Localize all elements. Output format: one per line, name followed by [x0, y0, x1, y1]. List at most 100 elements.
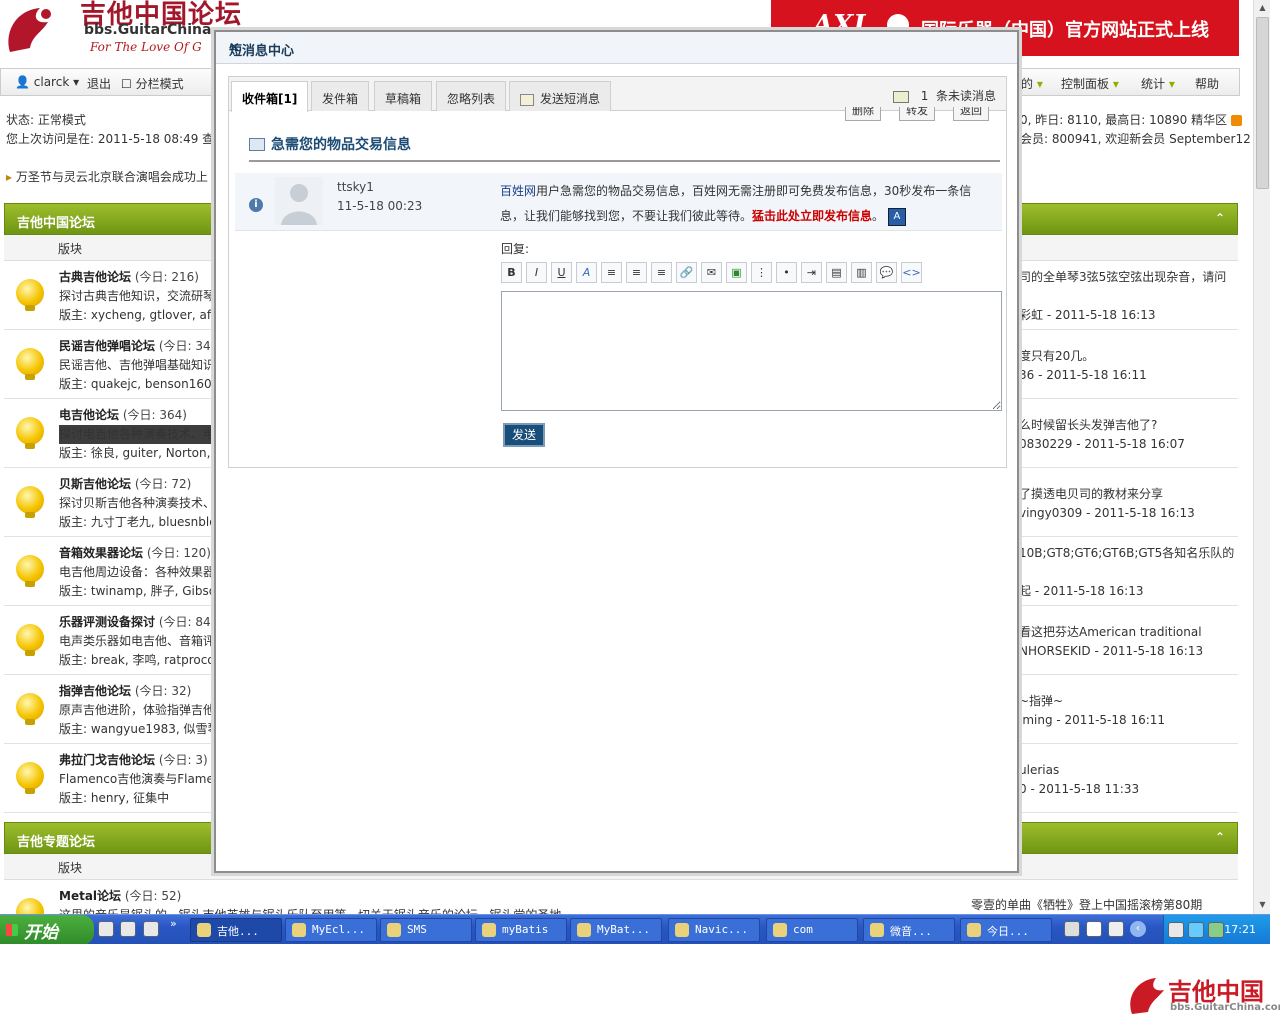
float-left-icon[interactable]: ▤ — [826, 262, 847, 283]
stats-menu[interactable]: 统计 ▾ — [1141, 75, 1175, 92]
forum-name[interactable]: 弗拉门戈吉他论坛 — [59, 753, 155, 767]
email-icon[interactable]: ✉ — [701, 262, 722, 283]
ordered-list-icon[interactable]: ⋮ — [751, 262, 772, 283]
forum-name[interactable]: 古典吉他论坛 — [59, 270, 131, 284]
publish-link[interactable]: 猛击此处立即发布信息 — [752, 209, 872, 223]
logout-link[interactable]: 退出 — [87, 75, 111, 92]
keyboard-icon[interactable] — [1064, 921, 1080, 937]
last-post-meta: 起 - 2011-5-18 16:13 — [1019, 584, 1144, 598]
bold-button[interactable]: B — [501, 262, 522, 283]
tray-network-icon[interactable] — [1208, 922, 1224, 938]
last-post-title[interactable]: 了摸透电贝司的教材来分享 — [1019, 485, 1163, 504]
float-right-icon[interactable]: ▥ — [851, 262, 872, 283]
underline-button[interactable]: U — [551, 262, 572, 283]
scroll-up-icon[interactable]: ▲ — [1256, 1, 1269, 15]
message-center-dialog: 短消息中心 × 收件箱[1] 发件箱 草稿箱 忽略列表 发送短消息 1 条未读消… — [214, 30, 1019, 873]
back-button[interactable]: 返回 — [953, 107, 989, 121]
external-link-icon[interactable]: A — [887, 207, 906, 226]
quote-icon[interactable]: 💬 — [876, 262, 897, 283]
tab-outbox[interactable]: 发件箱 — [311, 81, 370, 111]
close-icon[interactable]: × — [229, 40, 1001, 55]
collapse-icon[interactable]: ⌃ — [1215, 830, 1225, 844]
last-post-title[interactable]: 零壹的单曲《牺牲》登上中国摇滚榜第80期 — [971, 896, 1202, 915]
username-link[interactable]: 👤 clarck ▾ — [15, 75, 79, 89]
logo-url: bbs.GuitarChina — [84, 22, 212, 38]
reply-textarea[interactable] — [501, 291, 1002, 411]
last-post-title[interactable]: 司的全单琴3弦5弦空弦出现杂音，请问 — [1019, 268, 1226, 287]
taskbar-item[interactable]: Navic... — [668, 918, 760, 942]
forum-desc: Flamenco吉他演奏与Flamer — [59, 772, 219, 786]
taskbar-item[interactable]: 微音... — [863, 918, 955, 942]
help-link[interactable]: 帮助 — [1195, 75, 1219, 92]
rss-icon[interactable] — [1230, 115, 1242, 126]
taskbar-item[interactable]: MyEcl... — [285, 918, 377, 942]
scroll-down-icon[interactable]: ▼ — [1256, 898, 1269, 912]
tab-inbox[interactable]: 收件箱[1] — [231, 81, 309, 112]
last-post-title[interactable]: 10B;GT8;GT6;GT6B;GT5各知名乐队的 — [1019, 544, 1234, 563]
page-scrollbar[interactable]: ▲ ▼ — [1253, 0, 1270, 914]
tab-drafts[interactable]: 草稿箱 — [374, 81, 433, 111]
quicklaunch-media-icon[interactable] — [120, 921, 136, 937]
code-icon[interactable]: <> — [901, 262, 922, 283]
avatar[interactable] — [275, 177, 323, 225]
chevron-right-icon[interactable]: » — [170, 917, 177, 930]
forum-name[interactable]: 电吉他论坛 — [59, 408, 119, 422]
start-button[interactable]: 开始 — [0, 915, 94, 944]
forum-name[interactable]: 贝斯吉他论坛 — [59, 477, 131, 491]
forum-desc: 电吉他周边设备：各种效果器 — [59, 565, 216, 579]
link-icon[interactable]: 🔗 — [676, 262, 697, 283]
dialog-titlebar[interactable]: 短消息中心 × — [216, 32, 1017, 64]
taskbar-item[interactable]: 吉他... — [190, 918, 282, 942]
collapse-icon[interactable]: ⌃ — [1215, 211, 1225, 225]
forum-name[interactable]: 民谣吉他弹唱论坛 — [59, 339, 155, 353]
clock: 17:21 — [1224, 923, 1256, 936]
image-icon[interactable]: ▣ — [726, 262, 747, 283]
forum-name[interactable]: 音箱效果器论坛 — [59, 546, 143, 560]
split-mode-toggle[interactable]: ☐ 分栏模式 — [121, 75, 184, 92]
bullet-arrow-icon: ▸ — [6, 170, 13, 184]
font-color-button[interactable]: A — [576, 262, 597, 283]
align-center-icon[interactable]: ≡ — [626, 262, 647, 283]
sender-name[interactable]: ttsky1 — [337, 178, 422, 197]
last-post-title[interactable]: ulerias — [1019, 761, 1059, 780]
forward-button[interactable]: 转发 — [899, 107, 935, 121]
last-post-title[interactable]: ~指弹~ — [1019, 692, 1063, 711]
quicklaunch-app-icon[interactable] — [143, 921, 159, 937]
dialog-content: 收件箱[1] 发件箱 草稿箱 忽略列表 发送短消息 1 条未读消息 删除 转发 … — [228, 76, 1007, 468]
align-left-icon[interactable]: ≡ — [601, 262, 622, 283]
quicklaunch-notepad-icon[interactable] — [98, 921, 114, 937]
control-panel-menu[interactable]: 控制面板 ▾ — [1061, 75, 1119, 92]
last-post-meta: vingy0309 - 2011-5-18 16:13 — [1019, 506, 1195, 520]
indent-icon[interactable]: ⇥ — [801, 262, 822, 283]
last-post-title[interactable]: 度只有20几。 — [1019, 347, 1094, 366]
taskbar-item[interactable]: 今日... — [960, 918, 1052, 942]
forum-bulb-icon — [16, 762, 44, 794]
forum-name[interactable]: Metal论坛 — [59, 889, 121, 903]
network-icon[interactable] — [1108, 921, 1124, 937]
forum-name[interactable]: 乐器评测设备探讨 — [59, 615, 155, 629]
tab-ignore-list[interactable]: 忽略列表 — [436, 81, 507, 111]
italic-button[interactable]: I — [526, 262, 547, 283]
tray-im-icon[interactable] — [1188, 922, 1204, 938]
align-right-icon[interactable]: ≡ — [651, 262, 672, 283]
menu-partial[interactable]: 的 ▾ — [1021, 75, 1043, 92]
delete-button[interactable]: 删除 — [845, 107, 881, 121]
taskbar-item[interactable]: myBatis — [475, 918, 567, 942]
taskbar-item[interactable]: com — [766, 918, 858, 942]
send-button[interactable]: 发送 — [503, 423, 545, 447]
last-post-title[interactable]: 看这把芬达American traditional — [1019, 623, 1202, 642]
scroll-thumb[interactable] — [1256, 17, 1269, 189]
help-icon[interactable] — [1086, 921, 1102, 937]
unread-indicator[interactable]: 1 条未读消息 — [892, 87, 996, 104]
announcement[interactable]: ▸ 万圣节与灵云北京联合演唱会成功上 — [6, 168, 208, 185]
unordered-list-icon[interactable]: • — [776, 262, 797, 283]
forum-name[interactable]: 指弹吉他论坛 — [59, 684, 131, 698]
forum-bulb-icon — [16, 624, 44, 656]
last-post-title[interactable]: 么时候留长头发弹吉他了? — [1019, 416, 1157, 435]
taskbar-item[interactable]: MyBat... — [570, 918, 662, 942]
tray-expand-icon[interactable]: ‹ — [1130, 921, 1146, 937]
tab-send-message[interactable]: 发送短消息 — [509, 81, 612, 111]
message-link[interactable]: 百姓网 — [500, 184, 536, 198]
taskbar-item[interactable]: SMS — [380, 918, 472, 942]
tray-app-icon[interactable] — [1168, 922, 1184, 938]
